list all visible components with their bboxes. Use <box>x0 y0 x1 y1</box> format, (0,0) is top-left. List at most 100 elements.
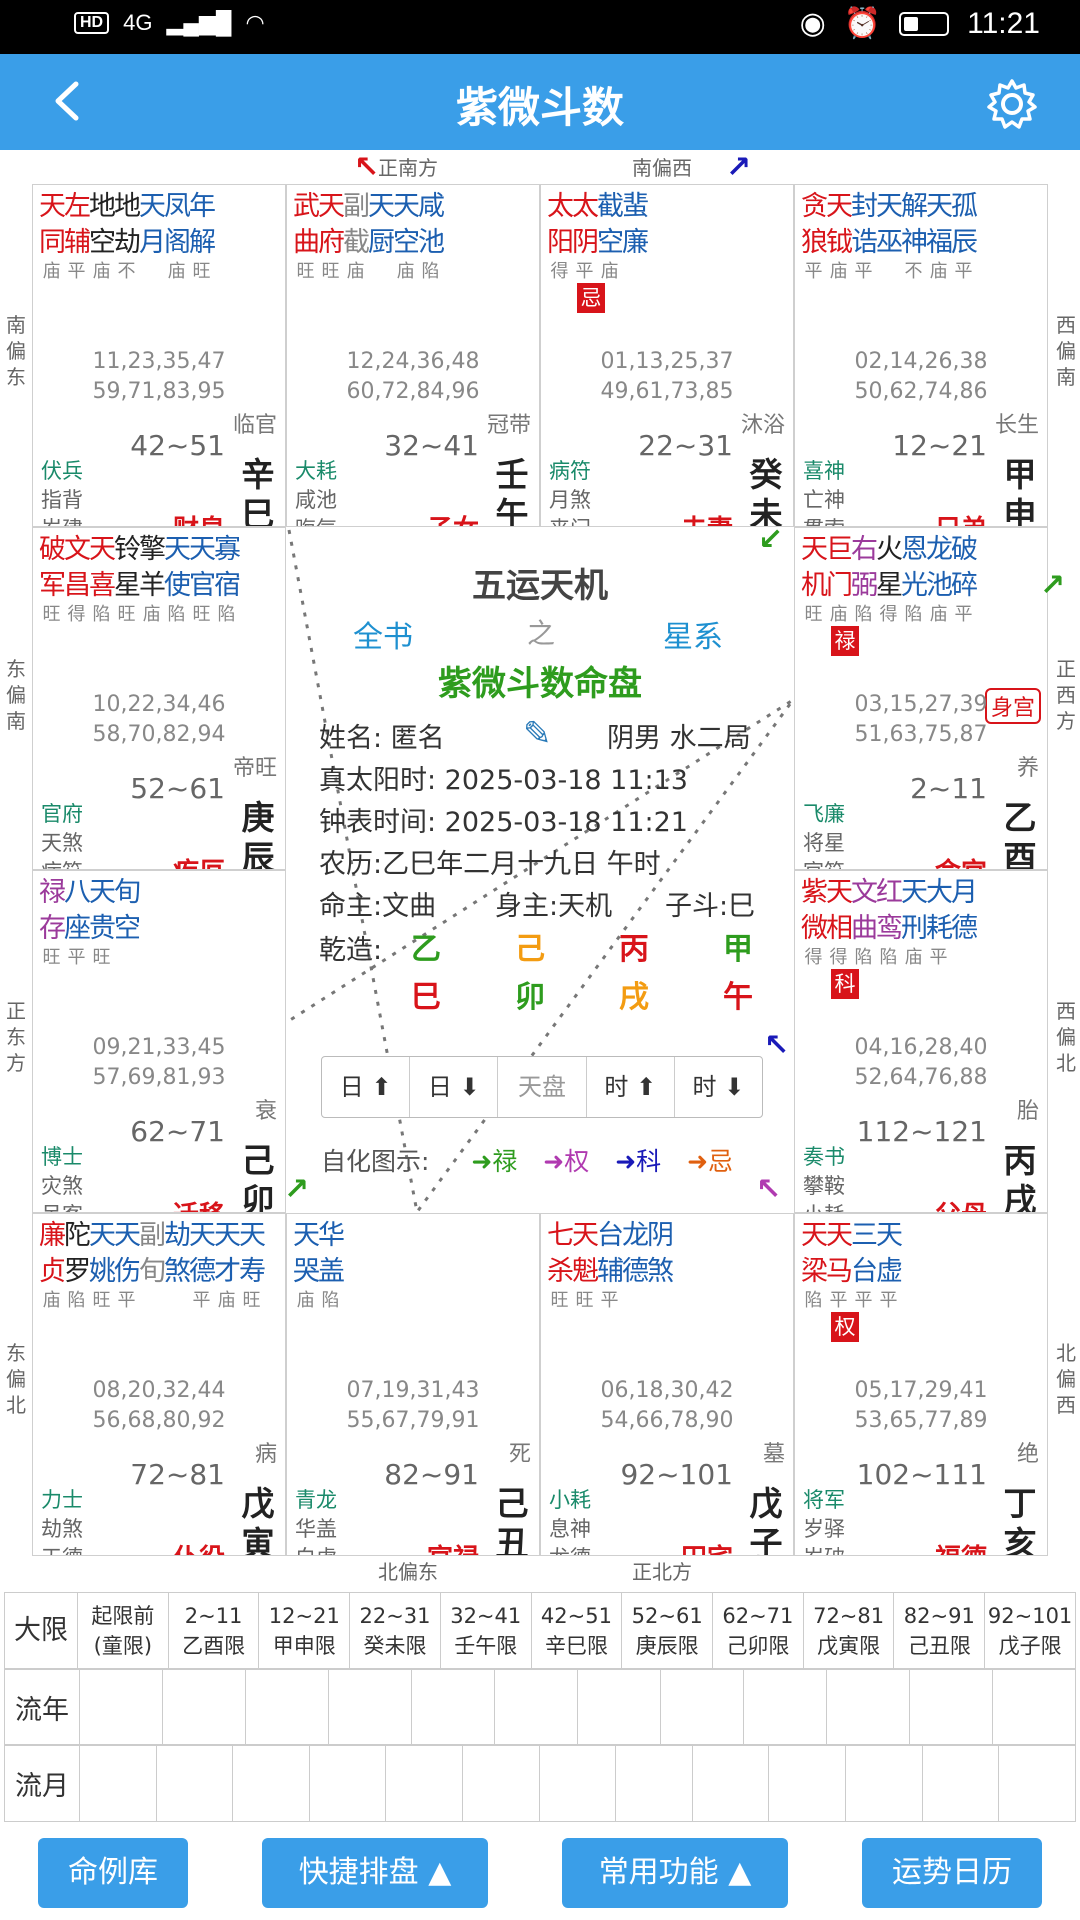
liuyue-cell[interactable] <box>385 1744 464 1822</box>
quick-chart-button[interactable]: 快捷排盘 ▲ <box>262 1838 488 1908</box>
palace-cell[interactable]: 天同庙左辅平地空庙地劫不天月凤阁庙年解旺 11,23,35,47 59,71,83,… <box>32 184 286 527</box>
daxian-cell[interactable]: 2~11 乙酉限 <box>167 1592 260 1670</box>
star: 旬空 <box>114 877 141 944</box>
palace-cell[interactable]: 七杀旺天魁旺台辅平龙德阴煞 06,18,30,42 54,66,78,90 墓 92~1… <box>540 1213 794 1556</box>
palace-cell[interactable]: 天机旺巨门庙右弼陷火星得恩光陷龙池庙破碎平禄身宫 03,15,27,39 51,63… <box>794 527 1048 870</box>
star: 陀罗陷 <box>64 1220 91 1311</box>
age-list: 08,20,32,44 56,68,80,92 <box>92 1378 226 1433</box>
liuyue-cell[interactable] <box>308 1744 387 1822</box>
liunian-cell[interactable] <box>162 1668 246 1746</box>
liuyue-cell[interactable] <box>921 1744 1000 1822</box>
liuyue-cell[interactable] <box>462 1744 540 1822</box>
star: 巨门庙 <box>826 534 853 625</box>
star: 天姚旺 <box>89 1220 116 1311</box>
liuyue-cell[interactable] <box>998 1744 1076 1822</box>
star: 天贵旺 <box>89 877 116 968</box>
liunian-cell[interactable] <box>494 1668 578 1746</box>
age-range: 102~111 <box>856 1458 987 1491</box>
liuyue-cell[interactable] <box>768 1744 847 1822</box>
palace-cell[interactable]: 禄存旺八座平天贵旺旬空 09,21,33,45 57,69,81,93 衰 62~71 博… <box>32 870 286 1213</box>
liunian-cell[interactable] <box>245 1668 329 1746</box>
legend-ji: ➜忌 <box>687 1147 734 1176</box>
common-functions-button[interactable]: 常用功能 ▲ <box>562 1838 788 1908</box>
liuyue-cell[interactable] <box>232 1744 310 1822</box>
star: 华盖陷 <box>318 1220 345 1311</box>
liuyue-cell[interactable] <box>845 1744 923 1822</box>
pillar-day-stem: 丙 <box>619 932 649 967</box>
star: 太阳得 <box>547 191 574 282</box>
daxian-cell[interactable]: 22~31 癸未限 <box>349 1592 441 1670</box>
direction-left-2: 东偏南 <box>6 657 26 733</box>
liuyue-cell[interactable] <box>615 1744 693 1822</box>
star: 天才庙 <box>214 1220 241 1311</box>
palace-cell[interactable]: 破军旺文昌得天喜陷铃星旺擎羊庙天使陷天官旺寡宿陷 10,22,34,46 58,70… <box>32 527 286 870</box>
god-list: 奏书攀鞍小耗 <box>803 1145 845 1212</box>
status-bar: HD 4G ▂▄▆█ ◠ ◉ ⏰ 11:21 <box>0 0 1080 54</box>
legend-quan: ➜权 <box>543 1147 590 1176</box>
daxian-cell[interactable]: 62~71 己卯限 <box>712 1592 804 1670</box>
legend-label: 自化图示: <box>321 1147 430 1176</box>
palace-cell[interactable]: 紫微得天相得文曲陷红鸾陷天刑庙大耗平月德科 04,16,28,40 52,64,76… <box>794 870 1048 1213</box>
daxian-cell[interactable]: 82~91 己丑限 <box>893 1592 986 1670</box>
liunian-cell[interactable] <box>411 1668 495 1746</box>
liunian-cell[interactable] <box>328 1668 412 1746</box>
daxian-cell[interactable]: 42~51 辛巳限 <box>530 1592 623 1670</box>
palace-cell[interactable]: 天哭庙华盖陷 07,19,31,4355,67,79,91 死 82~91 青龙华盖白虎… <box>286 1213 540 1556</box>
day-down-button[interactable]: 日 ⬇ <box>410 1057 499 1117</box>
edit-pencil-icon[interactable]: ✎ <box>523 714 552 754</box>
star-list: 天梁陷天马平三台平天虚平 <box>801 1218 903 1312</box>
liunian-cell[interactable] <box>909 1668 993 1746</box>
ganzhi: 己卯 <box>241 1141 275 1213</box>
age-range: 42~51 <box>130 429 225 462</box>
daxian-cell[interactable]: 起限前 (童限) <box>77 1592 169 1670</box>
daxian-cell[interactable]: 92~101 戊子限 <box>984 1592 1076 1670</box>
network-label: 4G <box>123 10 153 35</box>
palace-cell[interactable]: 太阳得太阴平截空庙蜚廉忌 01,13,25,37 49,61,73,85 沐浴 22~3… <box>540 184 794 527</box>
daxian-header: 大限 <box>4 1592 78 1670</box>
day-up-button[interactable]: 日 ⬆ <box>322 1057 411 1117</box>
daxian-cell[interactable]: 32~41 壬午限 <box>439 1592 532 1670</box>
palace-name: 兄弟 <box>935 509 987 526</box>
ganzhi: 庚辰 <box>241 798 275 870</box>
star-list: 天机旺巨门庙右弼陷火星得恩光陷龙池庙破碎平 <box>801 532 978 626</box>
case-library-button[interactable]: 命例库 <box>38 1838 188 1908</box>
daxian-cell[interactable]: 52~61 庚辰限 <box>621 1592 714 1670</box>
life-stage: 衰 <box>254 1099 277 1124</box>
age-range: 72~81 <box>130 1458 225 1491</box>
pillar-year-branch: 巳 <box>411 980 441 1015</box>
hour-down-button[interactable]: 时 ⬇ <box>675 1057 762 1117</box>
gear-icon[interactable] <box>984 76 1040 132</box>
palace-cell[interactable]: 贪狼平天钺庙封诰平天巫解神不天福庙孤辰平 02,14,26,38 50,62,74,… <box>794 184 1048 527</box>
star: 天相得 <box>826 877 853 968</box>
liunian-cell[interactable] <box>577 1668 661 1746</box>
liuyue-cell[interactable] <box>155 1744 234 1822</box>
fortune-calendar-button[interactable]: 运势日历 <box>862 1838 1042 1908</box>
star: 劫煞 <box>164 1220 191 1287</box>
star-list: 破军旺文昌得天喜陷铃星旺擎羊庙天使陷天官旺寡宿陷 <box>39 532 241 626</box>
god-list: 力士劫煞天德 <box>41 1488 83 1555</box>
heaven-chart-button[interactable]: 天盘 <box>498 1057 587 1117</box>
star: 天马平 <box>826 1220 853 1311</box>
palace-cell[interactable]: 廉贞庙陀罗陷天姚旺天伤平副旬劫煞天德平天才庙天寿旺 08,20,32,44 56,6… <box>32 1213 286 1556</box>
liunian-cell[interactable] <box>826 1668 910 1746</box>
ganzhi: 戊子 <box>749 1484 783 1556</box>
liunian-cell[interactable] <box>79 1668 163 1746</box>
liunian-cell[interactable] <box>660 1668 744 1746</box>
palace-cell[interactable]: 天梁陷天马平三台平天虚平权 05,17,29,41 53,65,77,89 绝 102~… <box>794 1213 1048 1556</box>
liuyue-cell[interactable] <box>538 1744 617 1822</box>
liuyue-cell[interactable] <box>79 1744 157 1822</box>
palace-name: 官禄 <box>427 1538 479 1555</box>
daxian-cell[interactable]: 12~21 甲申限 <box>258 1592 351 1670</box>
star: 左辅平 <box>64 191 91 282</box>
hour-up-button[interactable]: 时 ⬆ <box>587 1057 675 1117</box>
god-list: 青龙华盖白虎 <box>295 1488 337 1555</box>
daxian-cell[interactable]: 72~81 戊寅限 <box>802 1592 895 1670</box>
hua-legend: 自化图示: ➜禄 ➜权 ➜科 ➜忌 <box>321 1142 733 1178</box>
star: 天使陷 <box>164 534 191 625</box>
star: 阴煞 <box>647 1220 674 1287</box>
liunian-cell[interactable] <box>743 1668 827 1746</box>
palace-cell[interactable]: 武曲旺天府旺副截庙天厨天空庙咸池陷 12,24,36,48 60,72,84,96 冠… <box>286 184 540 527</box>
liuyue-cell[interactable] <box>691 1744 770 1822</box>
liunian-cell[interactable] <box>992 1668 1076 1746</box>
arrow-green-right-icon: ↗ <box>1040 568 1066 603</box>
